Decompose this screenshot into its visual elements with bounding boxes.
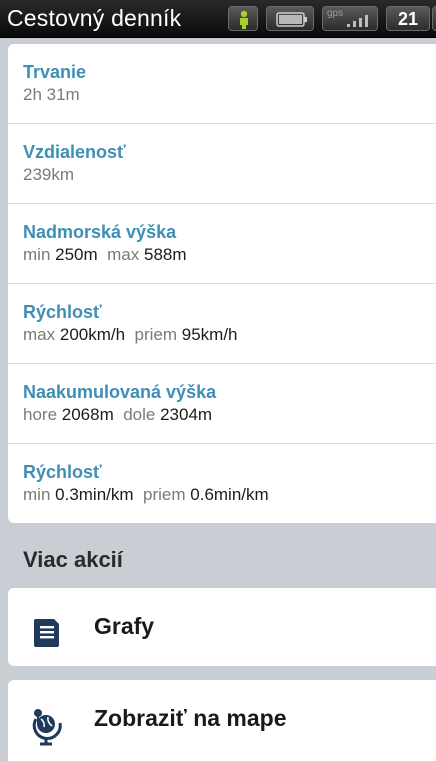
stat-number: 588m <box>143 245 187 264</box>
stat-number: 2304m <box>160 405 213 424</box>
stat-label: Trvanie <box>23 62 87 82</box>
stat-prefix: max <box>23 325 56 344</box>
stat-value: min 250m max 588m <box>23 245 187 265</box>
stat-number: 2068m <box>61 405 114 424</box>
stat-prefix: dole <box>123 405 156 424</box>
trip-stats-card: Trvanie 2h 31m Vzdialenosť 239km Nadmors… <box>8 44 436 523</box>
stat-prefix: priem <box>134 325 178 344</box>
stat-value: 2h 31m <box>23 85 80 104</box>
signal-icon: gps <box>322 6 378 31</box>
stat-prefix: min <box>23 245 51 264</box>
show-on-map-button[interactable]: Zobraziť na mape <box>8 680 436 761</box>
charts-button-label: Grafy <box>94 613 155 639</box>
stat-prefix: max <box>107 245 140 264</box>
stat-prefix: min <box>23 485 51 504</box>
stat-label: Rýchlosť <box>23 462 102 482</box>
battery-icon <box>266 6 314 31</box>
stat-label: Rýchlosť <box>23 302 102 322</box>
stat-number: 0.6min/km <box>190 485 269 504</box>
stat-value: 239km <box>23 165 75 184</box>
clock-time: 21 <box>397 9 419 29</box>
status-bar: Cestovný denník gps 21 <box>0 0 436 38</box>
stat-label: Vzdialenosť <box>23 142 126 162</box>
stat-value: max 200km/h priem 95km/h <box>23 325 238 345</box>
stat-number: 250m <box>55 245 98 264</box>
stat-label: Naakumulovaná výška <box>23 382 217 402</box>
document-icon <box>30 615 64 649</box>
stat-number: 95km/h <box>181 325 238 344</box>
stat-value: min 0.3min/km priem 0.6min/km <box>23 485 269 505</box>
stat-number: 200km/h <box>59 325 126 344</box>
stat-pace: Rýchlosť min 0.3min/km priem 0.6min/km <box>8 444 436 524</box>
app-title: Cestovný denník <box>7 5 182 31</box>
stat-label: Nadmorská výška <box>23 222 177 242</box>
stat-duration: Trvanie 2h 31m <box>8 44 436 124</box>
clock: 21 <box>386 6 430 31</box>
stat-distance: Vzdialenosť 239km <box>8 124 436 204</box>
globe-pin-icon <box>30 707 64 746</box>
stat-accumulated-altitude: Naakumulovaná výška hore 2068m dole 2304… <box>8 364 436 444</box>
stat-value: hore 2068m dole 2304m <box>23 405 212 425</box>
charts-button[interactable]: Grafy <box>8 588 436 666</box>
stat-number: 0.3min/km <box>55 485 134 504</box>
stat-prefix: hore <box>23 405 58 424</box>
stat-speed: Rýchlosť max 200km/h priem 95km/h <box>8 284 436 364</box>
gps-person-icon <box>228 6 258 31</box>
statusbar-edge <box>432 6 436 31</box>
more-actions-heading: Viac akcií <box>23 547 123 572</box>
stat-altitude: Nadmorská výška min 250m max 588m <box>8 204 436 284</box>
show-on-map-button-label: Zobraziť na mape <box>94 705 287 731</box>
stat-prefix: priem <box>143 485 186 504</box>
